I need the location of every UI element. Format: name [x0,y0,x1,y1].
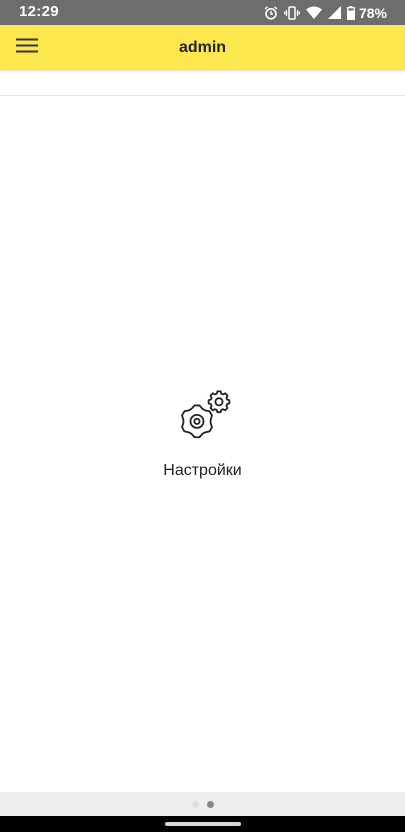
vibrate-icon [284,5,300,20]
page-dot-2-active[interactable] [206,800,214,808]
battery-percent: 78% [358,4,387,21]
home-handle[interactable] [165,822,241,826]
system-nav-bar [0,816,405,832]
page-dot-1[interactable] [191,800,199,808]
status-bar: 12:29 78% [0,0,405,25]
app-bar: admin [0,25,405,70]
page-title: admin [178,39,227,56]
settings-label: Настройки [163,462,242,479]
alarm-icon [264,5,278,20]
settings-tile[interactable]: Настройки [140,385,265,490]
page-indicator [0,792,405,816]
cell-signal-icon [327,6,341,19]
status-time: 12:29 [19,3,59,20]
battery-icon [347,5,355,20]
gears-icon [172,389,234,452]
wifi-icon [305,6,322,19]
header-divider [0,95,405,96]
status-icons: 78% [264,0,387,25]
